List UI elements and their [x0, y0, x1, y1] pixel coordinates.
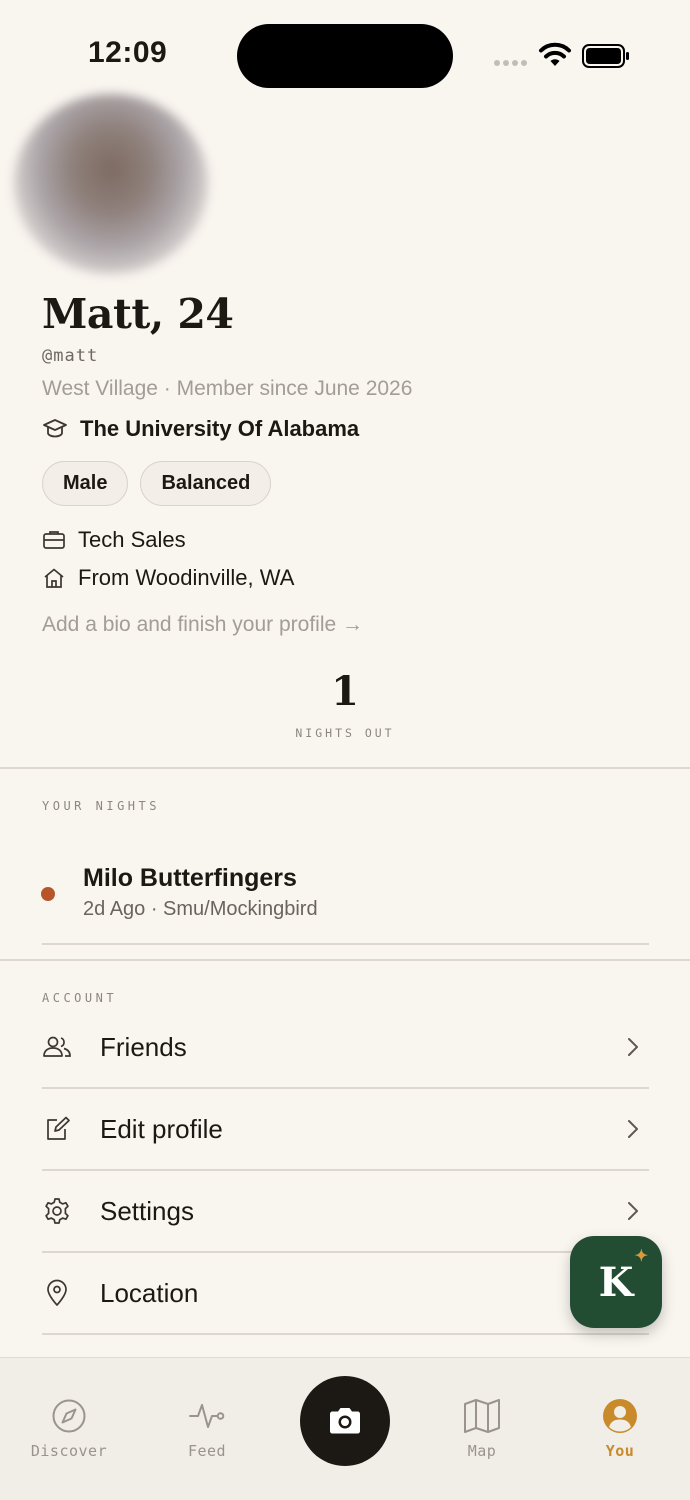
- nights-out-count: 1: [331, 668, 359, 715]
- job-row: Tech Sales: [42, 527, 186, 553]
- tab-discover[interactable]: Discover: [14, 1398, 124, 1460]
- tab-label: You: [605, 1442, 635, 1460]
- house-icon: [44, 568, 64, 588]
- avatar[interactable]: [14, 94, 208, 274]
- menu-item-settings[interactable]: Settings: [42, 1170, 649, 1252]
- edit-icon: [47, 1116, 70, 1140]
- fab-letter: K: [598, 1258, 634, 1306]
- tab-you[interactable]: You: [565, 1398, 675, 1460]
- cellular-signal-icon: [494, 60, 527, 66]
- night-title[interactable]: Milo Butterfingers: [83, 864, 297, 893]
- profile-meta: West Village · Member since June 2026: [42, 377, 413, 400]
- profile-name: Matt, 24: [42, 290, 234, 338]
- chevron-right-icon: [628, 1120, 638, 1138]
- menu-item-location[interactable]: Location: [42, 1252, 649, 1334]
- chevron-right-icon: [628, 1038, 638, 1056]
- friends-icon: [43, 1036, 71, 1057]
- hometown: From Woodinville, WA: [78, 565, 295, 590]
- hometown-row: From Woodinville, WA: [42, 565, 294, 591]
- menu-item-edit-profile[interactable]: Edit profile: [42, 1088, 649, 1170]
- tag-chip-style: Balanced: [140, 461, 272, 506]
- university-name: The University Of Alabama: [80, 416, 360, 441]
- menu-item-label: Edit profile: [100, 1113, 223, 1144]
- profile-tags: Male Balanced: [42, 461, 272, 506]
- gear-icon: [45, 1198, 69, 1224]
- pulse-icon: [189, 1404, 225, 1428]
- tab-label: Discover: [30, 1442, 108, 1460]
- location-pin-icon: [47, 1279, 67, 1306]
- camera-button[interactable]: [300, 1376, 390, 1466]
- dynamic-island: [237, 24, 453, 88]
- wifi-icon: [539, 42, 571, 66]
- section-divider: [0, 767, 690, 769]
- briefcase-icon: [43, 531, 65, 549]
- map-icon: [464, 1399, 500, 1433]
- tab-label: Map: [467, 1442, 497, 1460]
- night-status-dot: [41, 887, 55, 901]
- menu-item-label: Friends: [100, 1031, 187, 1062]
- finish-profile-link[interactable]: Add a bio and finish your profile →: [42, 613, 363, 637]
- profile-handle: @matt: [42, 346, 99, 366]
- menu-item-label: Settings: [100, 1195, 194, 1226]
- list-divider: [42, 943, 649, 945]
- university-row: The University Of Alabama: [42, 416, 359, 442]
- nights-out-label: NIGHTS OUT: [295, 726, 395, 740]
- graduation-cap-icon: [43, 419, 67, 438]
- camera-icon: [330, 1408, 360, 1434]
- job-title: Tech Sales: [78, 527, 186, 552]
- battery-icon: [582, 44, 629, 68]
- tag-chip-gender: Male: [42, 461, 129, 506]
- account-heading: ACCOUNT: [42, 991, 118, 1005]
- chevron-right-icon: [628, 1202, 638, 1220]
- night-subtitle: 2d Ago · Smu/Mockingbird: [83, 898, 318, 920]
- tab-map[interactable]: Map: [427, 1398, 537, 1460]
- status-time: 12:09: [88, 36, 168, 69]
- tab-label: Feed: [187, 1442, 227, 1460]
- menu-item-label: Location: [100, 1277, 199, 1308]
- user-icon: [603, 1399, 637, 1433]
- list-divider: [42, 1333, 649, 1335]
- menu-item-friends[interactable]: Friends: [42, 1006, 649, 1088]
- your-nights-heading: YOUR NIGHTS: [42, 799, 160, 813]
- tab-feed[interactable]: Feed: [152, 1398, 262, 1460]
- compass-icon: [52, 1399, 86, 1433]
- k-assistant-button[interactable]: K ✦: [570, 1236, 662, 1328]
- section-divider: [0, 959, 690, 961]
- sparkle-icon: ✦: [634, 1246, 648, 1265]
